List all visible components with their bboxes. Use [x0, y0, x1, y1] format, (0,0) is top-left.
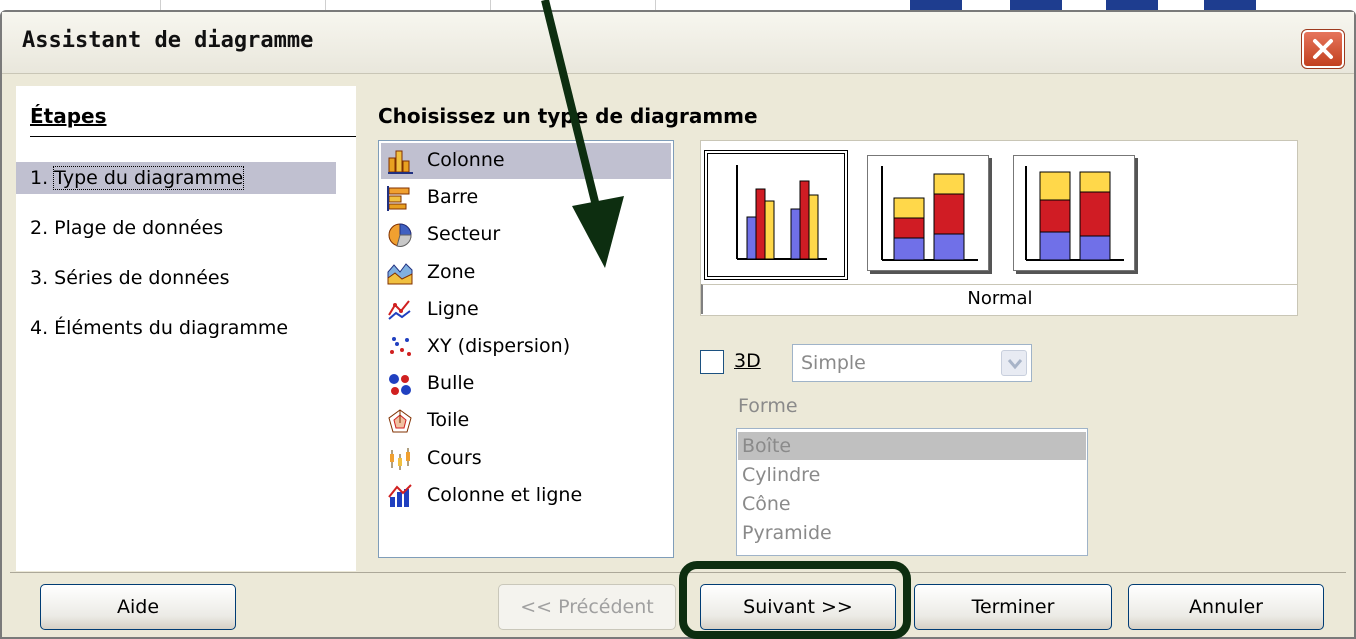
3d-type-select[interactable]: Simple	[792, 344, 1032, 382]
step-item[interactable]: 3. Séries de données	[16, 262, 336, 294]
step-label: Plage de données	[54, 217, 224, 239]
column-chart-icon	[388, 150, 413, 174]
bubble-chart-icon	[389, 374, 411, 396]
background-chart-bar	[910, 0, 962, 10]
step-label: Séries de données	[54, 267, 230, 289]
step-label: Type du diagramme	[53, 166, 245, 190]
shape-option[interactable]: Pyramide	[738, 519, 1086, 547]
3d-label: 3D	[734, 350, 761, 372]
shape-option[interactable]: Cône	[738, 490, 1086, 518]
chart-type-item[interactable]: Ligne	[381, 292, 671, 328]
chart-wizard-dialog: Assistant de diagramme Étapes 1. Type du…	[0, 10, 1356, 639]
chart-type-label: Bulle	[427, 372, 475, 395]
cancel-button[interactable]: Annuler	[1128, 584, 1324, 630]
grid-line	[325, 0, 326, 10]
3d-checkbox[interactable]	[700, 350, 724, 374]
step-item[interactable]: 2. Plage de données	[16, 212, 336, 244]
shape-option[interactable]: Cylindre	[738, 461, 1086, 489]
chart-type-item[interactable]: Cours	[381, 441, 671, 477]
bar-chart-icon	[387, 186, 410, 212]
step-item[interactable]: 1. Type du diagramme	[16, 162, 336, 194]
chevron-down-icon[interactable]	[1001, 350, 1027, 376]
chart-type-item[interactable]: Toile	[381, 403, 671, 439]
chart-type-label: Zone	[427, 260, 476, 283]
background-chart-bar	[1204, 0, 1256, 10]
column-line-chart-icon	[388, 484, 412, 507]
button-separator	[10, 572, 1346, 573]
chart-type-label: Colonne	[427, 149, 505, 171]
chart-type-label: Ligne	[427, 297, 479, 320]
close-icon	[1313, 39, 1333, 59]
step-number: 3.	[30, 267, 55, 289]
dialog-title: Assistant de diagramme	[22, 28, 314, 53]
finish-button[interactable]: Terminer	[914, 584, 1112, 630]
steps-heading: Étapes	[30, 104, 107, 128]
chart-type-item[interactable]: Colonne et ligne	[381, 478, 671, 514]
shape-list[interactable]: Boîte Cylindre Cône Pyramide	[736, 428, 1088, 556]
chart-type-label: Toile	[427, 409, 470, 432]
grid-line	[655, 0, 656, 10]
steps-panel: Étapes 1. Type du diagramme 2. Plage de d…	[16, 86, 356, 571]
next-button-highlight-annotation	[679, 561, 911, 639]
pie-chart-icon	[388, 223, 412, 248]
grid-line	[160, 0, 161, 10]
step-number: 2.	[30, 217, 55, 239]
variant-stacked[interactable]	[867, 155, 989, 271]
shape-label: Forme	[738, 395, 798, 417]
shape-option[interactable]: Boîte	[738, 432, 1086, 460]
chart-type-label: Colonne et ligne	[427, 483, 583, 506]
chart-type-item[interactable]: Bulle	[381, 366, 671, 402]
step-number: 1.	[30, 167, 55, 189]
title-bar: Assistant de diagramme	[2, 12, 1354, 74]
variant-selection-frame	[704, 150, 848, 280]
variant-name-label: Normal	[701, 284, 1297, 314]
variant-percent-stacked[interactable]	[1013, 155, 1135, 271]
chart-type-label: Secteur	[427, 223, 501, 246]
help-button[interactable]: Aide	[40, 584, 236, 630]
chart-type-label: Barre	[427, 186, 479, 209]
annotation-arrow	[541, 0, 624, 268]
chart-type-label: XY (dispersion)	[427, 335, 571, 357]
chart-type-item[interactable]: XY (dispersion)	[381, 329, 671, 365]
close-button[interactable]	[1301, 29, 1345, 69]
previous-button[interactable]: << Précédent	[498, 584, 676, 630]
area-chart-icon	[387, 262, 413, 285]
net-chart-icon	[388, 409, 412, 433]
scatter-chart-icon	[390, 337, 411, 356]
steps-divider	[30, 136, 356, 137]
3d-type-value: Simple	[801, 352, 866, 374]
background-chart-bar	[1106, 0, 1158, 10]
step-label: Éléments du diagramme	[54, 317, 289, 339]
grid-line	[490, 0, 491, 10]
stock-chart-icon	[390, 447, 410, 470]
step-item[interactable]: 4. Éléments du diagramme	[16, 312, 336, 344]
background-chart-bar	[1010, 0, 1062, 10]
chart-type-label: Cours	[427, 446, 482, 469]
line-chart-icon	[388, 300, 411, 320]
step-number: 4.	[30, 317, 55, 339]
